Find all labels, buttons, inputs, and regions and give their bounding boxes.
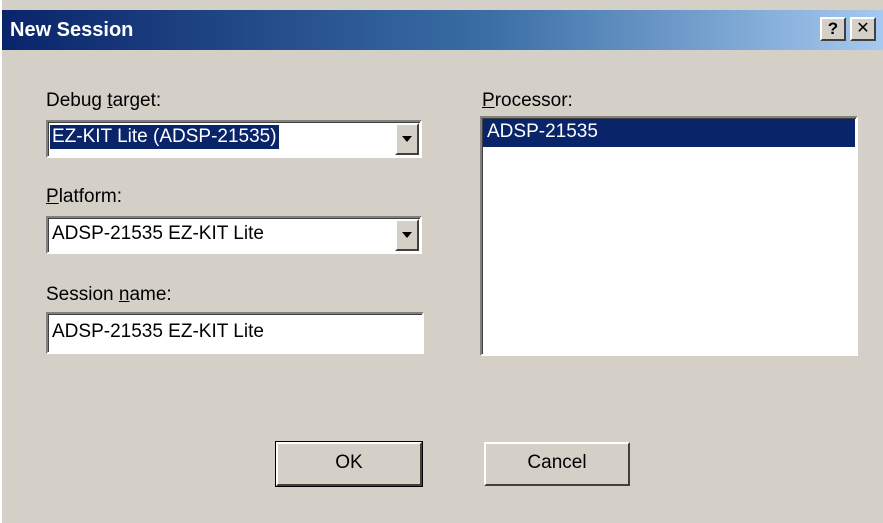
debug-target-dropdown-button[interactable]: [395, 123, 419, 155]
close-button[interactable]: ✕: [850, 17, 876, 41]
new-session-dialog: New Session ? ✕ Debug target: EZ-KIT Lit…: [0, 0, 883, 523]
close-icon: ✕: [856, 20, 870, 37]
dialog-title: New Session: [10, 19, 134, 41]
platform-label: Platform:: [46, 186, 123, 207]
session-name-label: Session name:: [46, 284, 172, 305]
processor-label: Processor:: [482, 90, 573, 111]
debug-target-label: Debug target:: [46, 90, 162, 111]
platform-value: ADSP-21535 EZ-KIT Lite: [52, 223, 264, 244]
processor-list[interactable]: ADSP-21535: [480, 116, 858, 356]
session-name-value: ADSP-21535 EZ-KIT Lite: [52, 321, 264, 342]
help-icon: ?: [827, 19, 839, 38]
debug-target-value: EZ-KIT Lite (ADSP-21535): [49, 124, 280, 150]
chevron-down-icon: [402, 136, 412, 142]
cancel-button[interactable]: Cancel: [484, 442, 630, 486]
debug-target-combo[interactable]: EZ-KIT Lite (ADSP-21535): [46, 120, 422, 158]
list-item[interactable]: ADSP-21535: [483, 119, 855, 147]
ok-button[interactable]: OK: [275, 441, 423, 487]
platform-dropdown-button[interactable]: [395, 219, 419, 251]
platform-combo[interactable]: ADSP-21535 EZ-KIT Lite: [46, 216, 422, 254]
help-button[interactable]: ?: [820, 17, 846, 41]
title-bar[interactable]: New Session ? ✕: [2, 10, 883, 50]
session-name-input[interactable]: ADSP-21535 EZ-KIT Lite: [46, 312, 424, 354]
chevron-down-icon: [402, 232, 412, 238]
